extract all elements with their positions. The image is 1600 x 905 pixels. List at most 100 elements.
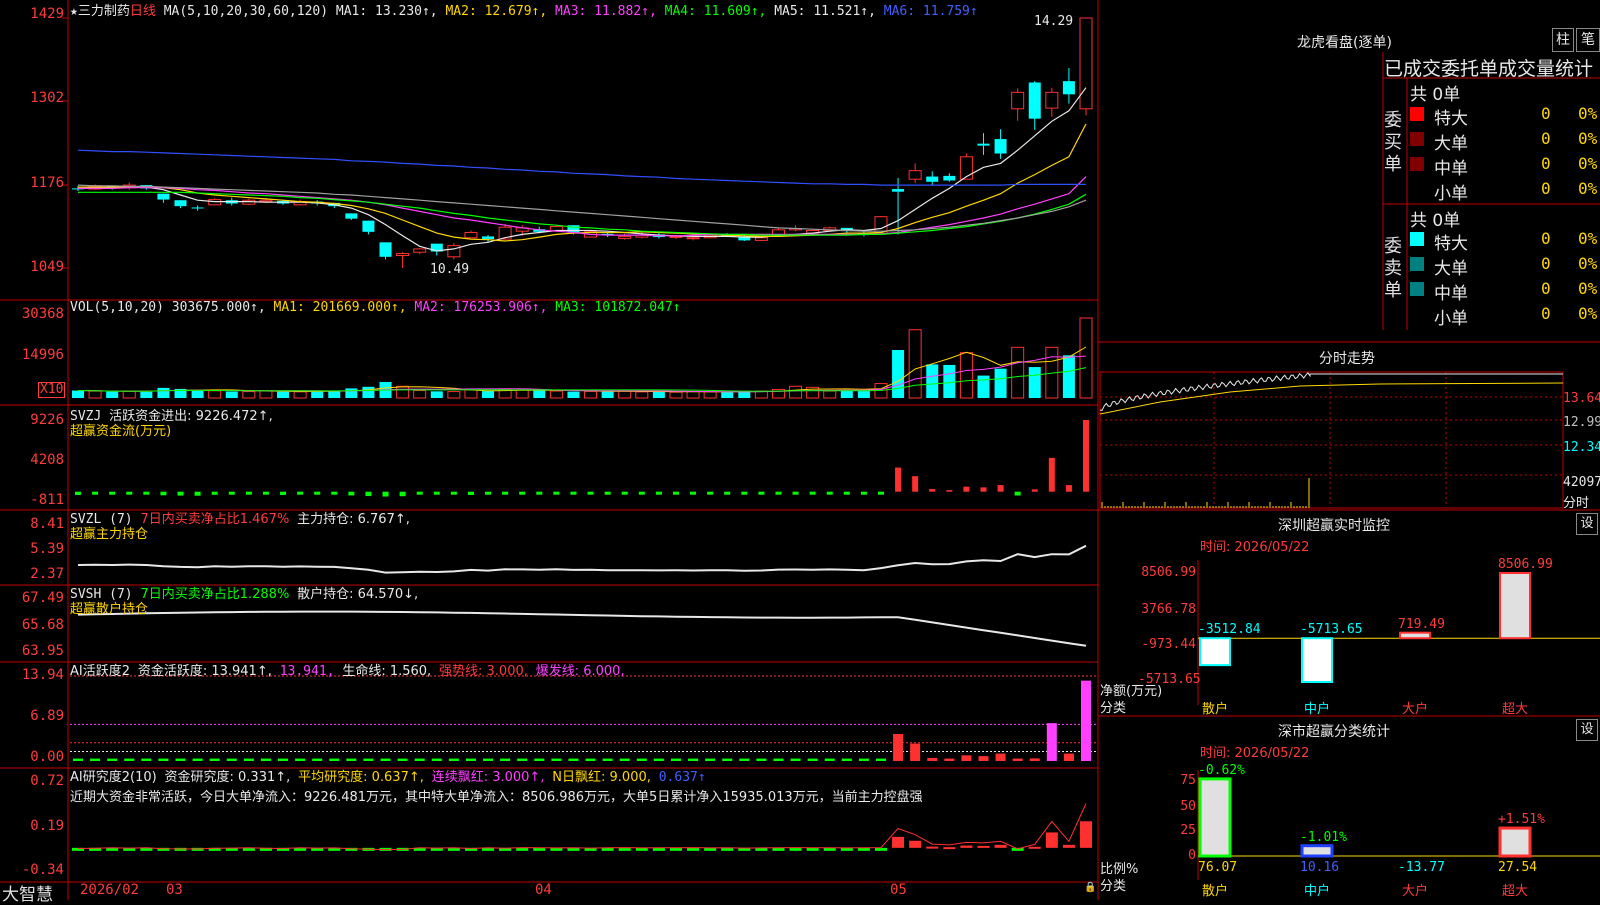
- volume-bar: [447, 391, 461, 399]
- fenshi-tick: 42097: [1563, 475, 1600, 490]
- ai1-bar: [243, 758, 254, 761]
- vol-unit-badge[interactable]: X10: [38, 382, 66, 398]
- svzj-bar: [75, 491, 81, 495]
- svzj-bar: [604, 491, 611, 495]
- legend-swatch: [1410, 257, 1424, 271]
- sh-bar-value: 10.16: [1300, 860, 1340, 875]
- order-percent: 0%: [1578, 304, 1598, 323]
- ai1-t5: 爆发线: 6.000,: [535, 664, 625, 679]
- svzj-bar: [331, 491, 338, 495]
- ai2-bar: [652, 847, 665, 851]
- period-label[interactable]: 日线: [130, 4, 156, 19]
- svsh-text2: 散户持仓: 64.570↓,: [297, 587, 419, 602]
- price-tick: 1302: [30, 90, 64, 106]
- volume-bar: [840, 390, 853, 398]
- sh-category-label: 超大: [1502, 884, 1529, 899]
- ai1-bar: [636, 758, 647, 761]
- sh-title: 深市超赢分类统计: [1278, 724, 1390, 740]
- ai1-bar: [124, 758, 135, 761]
- volume-bar: [1079, 317, 1093, 399]
- sh-settings-button[interactable]: 设: [1576, 719, 1598, 741]
- ai2-bar: [1028, 846, 1041, 849]
- svzj-bar: [741, 491, 748, 495]
- svzj-bar: [109, 491, 116, 495]
- candle-body: [482, 236, 495, 240]
- legend-swatch: [1410, 157, 1424, 171]
- ai1-bar: [141, 758, 152, 761]
- sh-bar-value: 76.07: [1198, 860, 1238, 875]
- favorite-star-icon[interactable]: ★: [70, 4, 78, 19]
- svzj-bar: [160, 491, 167, 496]
- svzj-bar: [980, 487, 987, 492]
- legend-swatch: [1410, 282, 1424, 296]
- volume-bar: [1062, 355, 1075, 398]
- ai1-bar: [1029, 758, 1040, 761]
- stock-name[interactable]: 三力制药: [78, 4, 130, 19]
- svzj-bar: [262, 491, 269, 495]
- svzj-bar: [245, 491, 252, 495]
- volume-bar: [311, 391, 324, 398]
- bar-mode-button[interactable]: 柱: [1552, 28, 1574, 52]
- svzj-bar: [314, 491, 321, 495]
- ai1-bar: [995, 753, 1006, 761]
- ma4-value: MA4: 11.609↑,: [664, 4, 767, 19]
- ai1-bar: [1081, 680, 1091, 761]
- ai2-bar: [1045, 832, 1058, 848]
- sh-category-label: 中户: [1304, 884, 1331, 899]
- volume-bar: [515, 389, 529, 399]
- svzj-bar: [826, 491, 833, 495]
- sz-bar-value: -5713.65: [1300, 622, 1363, 638]
- ai1-bar: [465, 758, 476, 761]
- svzj-bar: [297, 491, 304, 495]
- fenshi-tick: 13.64: [1563, 391, 1600, 406]
- svzj-bar: [655, 491, 662, 495]
- svzj-bar: [997, 485, 1004, 492]
- main-legend: ★三力制药日线 MA(5,10,20,30,60,120) MA1: 13.23…: [70, 0, 978, 19]
- ai1-bar: [192, 758, 203, 761]
- svzj-bar: [143, 491, 150, 495]
- candle-body: [259, 199, 273, 203]
- tick-mode-button[interactable]: 笔: [1576, 28, 1600, 52]
- order-count: 0: [1541, 104, 1551, 123]
- order-type-label: 中单: [1434, 159, 1468, 179]
- ai2-bar: [687, 847, 700, 851]
- sh-category-label: 散户: [1202, 884, 1229, 899]
- candle-body: [959, 156, 973, 180]
- candle-body: [396, 253, 410, 257]
- volume-bar: [635, 391, 649, 399]
- candle-body: [669, 235, 683, 238]
- ai1-bar: [226, 758, 237, 761]
- order-count: 0: [1541, 254, 1551, 273]
- svzl-text1: 7日内买卖净占比1.467%: [140, 512, 290, 527]
- svzj-bar: [638, 491, 645, 495]
- ai1-bar: [722, 758, 733, 761]
- sh-tick: 50: [1180, 799, 1196, 814]
- sh-tick: 75: [1180, 773, 1196, 788]
- order-percent: 0%: [1578, 254, 1598, 273]
- volume-bar: [926, 364, 939, 398]
- svsh-line: [77, 610, 1087, 647]
- svzj-tick: 4208: [30, 452, 64, 468]
- ai1-bar: [961, 755, 972, 761]
- ai1-bar: [209, 758, 220, 761]
- candle-body: [1062, 81, 1075, 95]
- sz-category-label: 中户: [1304, 702, 1331, 717]
- order-type-label: 小单: [1434, 184, 1468, 204]
- volume-bar: [277, 391, 290, 398]
- vol-label: VOL(5,10,20): [70, 300, 164, 315]
- svzj-bar: [382, 491, 389, 497]
- sh-category-label: 大户: [1402, 884, 1429, 899]
- ai1-t2: 13.941,: [279, 664, 335, 679]
- ai1-bar: [568, 758, 579, 761]
- main-chart-svg[interactable]: [0, 0, 1600, 900]
- order-type-label: 小单: [1434, 309, 1468, 329]
- ai1-bar: [448, 758, 459, 761]
- svzj-bar: [912, 476, 919, 492]
- sh-bar-散户: [1198, 777, 1232, 858]
- lock-icon[interactable]: 🔒: [1084, 882, 1096, 893]
- ai1-bar: [534, 758, 545, 761]
- sz-settings-button[interactable]: 设: [1576, 513, 1598, 535]
- svzj-bar: [502, 491, 509, 495]
- ai1-bar: [602, 758, 613, 761]
- ai1-bar: [517, 758, 528, 761]
